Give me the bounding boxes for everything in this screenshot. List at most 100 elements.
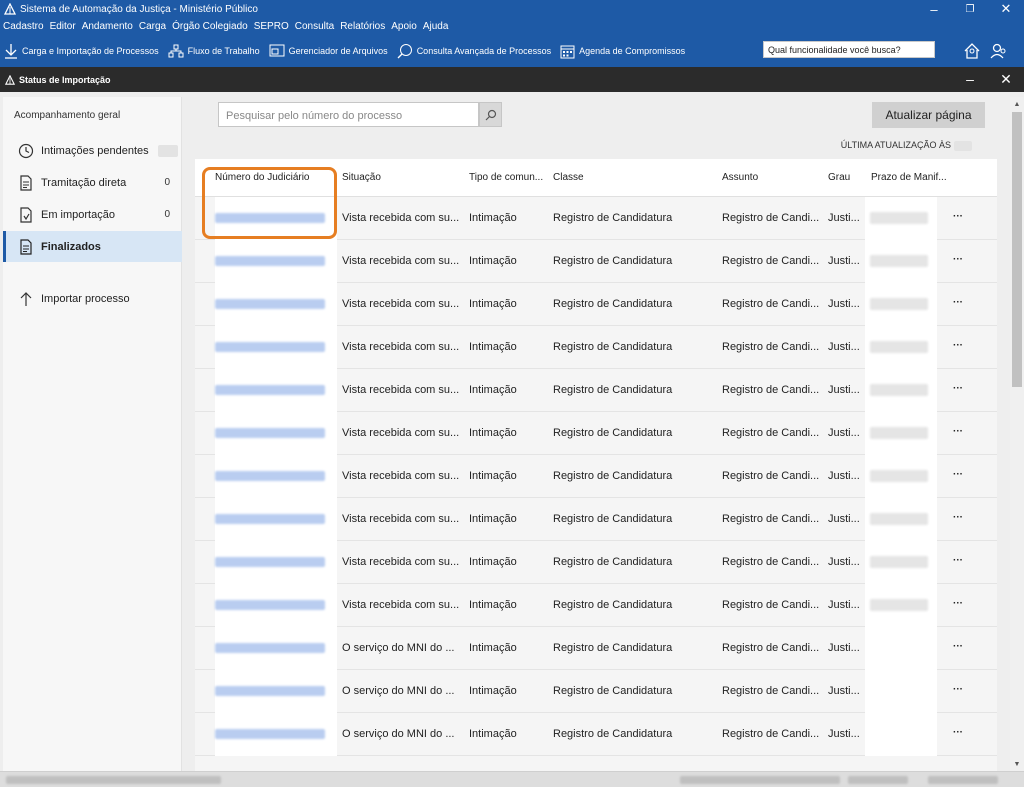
sidebar-item-intimacoes-pendentes[interactable]: Intimações pendentes xyxy=(3,135,182,166)
menu-sepro[interactable]: SEPRO xyxy=(254,21,289,32)
process-number-redacted[interactable] xyxy=(215,643,325,653)
row-actions-button[interactable]: ··· xyxy=(953,383,963,394)
panel-minimize-button[interactable]: – xyxy=(958,71,982,87)
sidebar-item-em-importacao[interactable]: Em importação 0 xyxy=(3,199,182,230)
column-grau[interactable]: Grau xyxy=(828,172,850,183)
process-number-redacted[interactable] xyxy=(215,299,325,309)
toolbar-agenda-compromissos[interactable]: Agenda de Compromissos xyxy=(560,44,685,59)
menu-orgao-colegiado[interactable]: Órgão Colegiado xyxy=(172,21,248,32)
row-actions-button[interactable]: ··· xyxy=(953,426,963,437)
row-actions-button[interactable]: ··· xyxy=(953,684,963,695)
scroll-down-icon[interactable]: ▼ xyxy=(1010,757,1024,771)
row-actions-button[interactable]: ··· xyxy=(953,555,963,566)
toolbar-fluxo-trabalho[interactable]: Fluxo de Trabalho xyxy=(168,44,260,58)
process-number-redacted[interactable] xyxy=(215,471,325,481)
menu-cadastro[interactable]: Cadastro xyxy=(3,21,44,32)
sidebar-item-finalizados[interactable]: Finalizados xyxy=(3,231,182,262)
menu-relatorios[interactable]: Relatórios xyxy=(340,21,385,32)
calendar-icon xyxy=(560,45,575,58)
toolbar-consulta-avancada[interactable]: Consulta Avançada de Processos xyxy=(397,43,551,59)
process-number-redacted[interactable] xyxy=(215,686,325,696)
cell-assunto: Registro de Candi... xyxy=(722,298,820,310)
table-row[interactable]: Vista recebida com su... Intimação Regis… xyxy=(195,498,997,541)
process-number-redacted[interactable] xyxy=(215,385,325,395)
column-tipo-comunicacao[interactable]: Tipo de comun... xyxy=(469,172,543,183)
menu-apoio[interactable]: Apoio xyxy=(391,21,417,32)
toolbar-gerenciador-arquivos[interactable]: Gerenciador de Arquivos xyxy=(269,44,388,58)
home-icon[interactable] xyxy=(962,41,982,61)
sidebar-item-label: Em importação xyxy=(41,208,115,221)
cell-tipo: Intimação xyxy=(469,728,517,740)
cell-tipo: Intimação xyxy=(469,513,517,525)
row-actions-button[interactable]: ··· xyxy=(953,211,963,222)
cell-classe: Registro de Candidatura xyxy=(553,427,673,439)
row-actions-button[interactable]: ··· xyxy=(953,512,963,523)
table-row[interactable]: O serviço do MNI do ... Intimação Regist… xyxy=(195,627,997,670)
menu-consulta[interactable]: Consulta xyxy=(295,21,334,32)
menu-carga[interactable]: Carga xyxy=(139,21,166,32)
row-actions-button[interactable]: ··· xyxy=(953,598,963,609)
row-actions-button[interactable]: ··· xyxy=(953,641,963,652)
process-number-redacted[interactable] xyxy=(215,557,325,567)
cell-assunto: Registro de Candi... xyxy=(722,513,820,525)
process-search-input[interactable]: Pesquisar pelo número do processo xyxy=(218,102,479,127)
window-minimize-button[interactable]: – xyxy=(916,0,952,18)
cell-assunto: Registro de Candi... xyxy=(722,728,820,740)
sidebar-import-process[interactable]: Importar processo xyxy=(3,283,182,314)
cell-assunto: Registro de Candi... xyxy=(722,255,820,267)
table-row[interactable]: Vista recebida com su... Intimação Regis… xyxy=(195,412,997,455)
cell-classe: Registro de Candidatura xyxy=(553,728,673,740)
scroll-thumb[interactable] xyxy=(1012,112,1022,387)
toolbar-carga-importacao[interactable]: Carga e Importação de Processos xyxy=(4,43,159,59)
column-classe[interactable]: Classe xyxy=(553,172,584,183)
deadline-redacted xyxy=(870,255,928,267)
process-number-redacted[interactable] xyxy=(215,342,325,352)
sidebar-item-label: Importar processo xyxy=(41,292,130,305)
sidebar: Acompanhamento geral Intimações pendente… xyxy=(3,97,182,771)
window-maximize-button[interactable]: ❐ xyxy=(952,0,988,18)
search-button[interactable] xyxy=(479,102,502,127)
table-row[interactable]: O serviço do MNI do ... Intimação Regist… xyxy=(195,713,997,756)
menu-andamento[interactable]: Andamento xyxy=(82,21,133,32)
table-row[interactable]: Vista recebida com su... Intimação Regis… xyxy=(195,455,997,498)
table-row[interactable]: Vista recebida com su... Intimação Regis… xyxy=(195,369,997,412)
refresh-page-button[interactable]: Atualizar página xyxy=(872,102,985,128)
row-actions-button[interactable]: ··· xyxy=(953,469,963,480)
process-number-redacted[interactable] xyxy=(215,256,325,266)
process-number-redacted[interactable] xyxy=(215,729,325,739)
menu-editor[interactable]: Editor xyxy=(50,21,76,32)
process-number-redacted[interactable] xyxy=(215,600,325,610)
app-logo-icon xyxy=(3,2,17,16)
window-close-button[interactable]: ✕ xyxy=(988,0,1024,18)
table-row[interactable]: Vista recebida com su... Intimação Regis… xyxy=(195,541,997,584)
row-actions-button[interactable]: ··· xyxy=(953,254,963,265)
column-situacao[interactable]: Situação xyxy=(342,172,381,183)
cell-assunto: Registro de Candi... xyxy=(722,427,820,439)
functionality-search-input[interactable]: Qual funcionalidade você busca? xyxy=(763,41,935,58)
menu-ajuda[interactable]: Ajuda xyxy=(423,21,449,32)
column-prazo-manifestacao[interactable]: Prazo de Manif... xyxy=(871,172,947,183)
scroll-up-icon[interactable]: ▲ xyxy=(1010,97,1024,111)
table-row[interactable]: Vista recebida com su... Intimação Regis… xyxy=(195,240,997,283)
table-row[interactable]: Vista recebida com su... Intimação Regis… xyxy=(195,326,997,369)
deadline-redacted xyxy=(870,599,928,611)
app-logo-icon xyxy=(5,74,15,85)
process-number-redacted[interactable] xyxy=(215,428,325,438)
cell-grau: Justi... xyxy=(828,513,860,525)
process-number-redacted[interactable] xyxy=(215,514,325,524)
sidebar-item-tramitacao-direta[interactable]: Tramitação direta 0 xyxy=(3,167,182,198)
cell-assunto: Registro de Candi... xyxy=(722,470,820,482)
row-actions-button[interactable]: ··· xyxy=(953,297,963,308)
row-actions-button[interactable]: ··· xyxy=(953,340,963,351)
cell-tipo: Intimação xyxy=(469,341,517,353)
vertical-scrollbar[interactable]: ▲ ▼ xyxy=(1010,97,1024,771)
status-text-redacted xyxy=(6,776,221,784)
toolbar-label: Consulta Avançada de Processos xyxy=(416,46,552,56)
table-row[interactable]: Vista recebida com su... Intimação Regis… xyxy=(195,283,997,326)
panel-close-button[interactable]: ✕ xyxy=(994,71,1018,87)
users-icon[interactable] xyxy=(988,41,1008,61)
column-assunto[interactable]: Assunto xyxy=(722,172,758,183)
table-row[interactable]: O serviço do MNI do ... Intimação Regist… xyxy=(195,670,997,713)
row-actions-button[interactable]: ··· xyxy=(953,727,963,738)
table-row[interactable]: Vista recebida com su... Intimação Regis… xyxy=(195,584,997,627)
